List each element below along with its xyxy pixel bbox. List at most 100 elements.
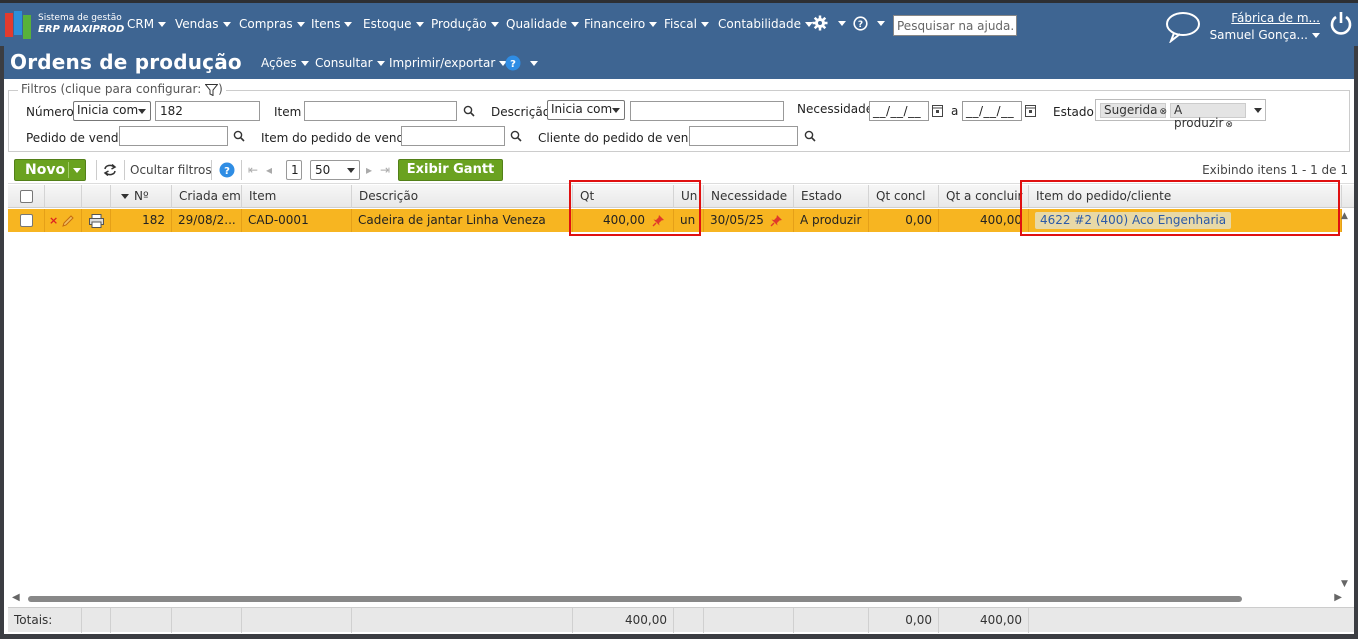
header-qt-concluir[interactable]: Qt a concluir [939, 185, 1029, 208]
remove-icon[interactable]: ⊗ [1159, 107, 1167, 117]
vertical-scrollbar[interactable]: ▲ ▼ [1339, 209, 1351, 591]
row-checkbox[interactable] [20, 214, 33, 227]
horizontal-scrollbar[interactable]: ◀ ▶ [8, 591, 1346, 605]
next-page-icon[interactable]: ▸ [366, 163, 372, 177]
filter-icon[interactable] [204, 83, 219, 96]
sort-desc-icon [121, 194, 129, 199]
user-menu[interactable]: Samuel Gonça... [1210, 27, 1320, 44]
nav-itens[interactable]: Itens [311, 17, 353, 31]
logo-icon[interactable] [5, 11, 33, 39]
nav-crm[interactable]: CRM [127, 17, 167, 31]
nav-compras[interactable]: Compras [239, 17, 305, 31]
nav-contabilidade-label: Contabilidade [718, 17, 801, 31]
select-all-checkbox[interactable] [20, 190, 33, 203]
refresh-icon[interactable] [103, 164, 117, 176]
acoes-menu[interactable]: Ações [261, 56, 309, 70]
chevron-down-icon[interactable] [73, 168, 81, 173]
item-pedido-input[interactable] [401, 126, 505, 146]
totals-empty [111, 608, 172, 633]
chevron-down-icon [700, 22, 709, 27]
edit-icon[interactable] [62, 214, 74, 227]
nav-fiscal[interactable]: Fiscal [664, 17, 709, 31]
scroll-left-icon[interactable]: ◀ [12, 592, 20, 603]
ocultar-filtros-button[interactable]: Ocultar filtros [130, 163, 212, 177]
totals-empty [704, 608, 794, 633]
numero-mode-select[interactable]: Inicia com [73, 101, 151, 121]
company-link[interactable]: Fábrica de m... [1210, 10, 1320, 27]
calendar-icon[interactable] [1025, 104, 1036, 117]
user-area[interactable]: Fábrica de m... Samuel Gonça... [1210, 10, 1320, 44]
imprimir-menu[interactable]: Imprimir/exportar [389, 56, 508, 70]
date-to-input[interactable]: __/__/__ [962, 101, 1022, 121]
estado-tag-text: A produzir [1174, 103, 1224, 130]
chat-icon[interactable] [1165, 11, 1201, 43]
chevron-down-icon[interactable] [1254, 108, 1262, 113]
prev-page-icon[interactable]: ◂ [266, 163, 272, 177]
date-from-input[interactable]: __/__/__ [869, 101, 929, 121]
cliente-input[interactable] [689, 126, 798, 146]
nav-vendas[interactable]: Vendas [175, 17, 231, 31]
search-icon[interactable] [463, 105, 475, 117]
estado-multiselect[interactable]: Sugerida ⊗ A produzir ⊗ [1095, 99, 1266, 130]
horizontal-scroll-thumb[interactable] [28, 596, 1242, 602]
novo-button[interactable]: Novo [14, 159, 86, 181]
remove-icon[interactable]: ⊗ [1225, 120, 1233, 130]
calendar-icon[interactable] [932, 104, 943, 117]
divider [124, 160, 125, 180]
scroll-down-icon[interactable]: ▼ [1341, 579, 1348, 589]
descricao-input[interactable] [630, 101, 784, 121]
search-icon[interactable] [804, 130, 816, 142]
numero-input[interactable]: 182 [155, 101, 260, 121]
settings-menu[interactable] [812, 15, 846, 31]
search-icon[interactable] [233, 130, 245, 142]
help-menu[interactable]: ? [853, 16, 885, 31]
scroll-up-icon[interactable]: ▲ [1341, 211, 1348, 221]
filters-legend[interactable]: Filtros (clique para configurar: ) [18, 82, 226, 96]
totals-row: Totais: 400,00 0,00 400,00 [8, 607, 1354, 633]
top-navbar: Sistema de gestão ERP MAXIPROD CRM Venda… [0, 0, 1358, 46]
svg-text:?: ? [858, 20, 863, 30]
help-search-input[interactable] [893, 15, 1017, 36]
header-qt-concl[interactable]: Qt concl [869, 185, 939, 208]
page-number-input[interactable]: 1 [286, 160, 302, 180]
pin-icon[interactable] [770, 214, 783, 227]
nav-qualidade[interactable]: Qualidade [506, 17, 580, 31]
consultar-menu[interactable]: Consultar [315, 56, 385, 70]
title-bar: Ordens de produção Ações Consultar Impri… [4, 46, 1354, 79]
help-icon[interactable]: ? [219, 162, 235, 178]
estado-tag-a-produzir[interactable]: A produzir ⊗ [1170, 103, 1246, 130]
power-icon[interactable] [1329, 11, 1353, 37]
first-page-icon[interactable]: ⇤ [248, 163, 258, 177]
print-icon[interactable] [89, 213, 104, 228]
pedido-input[interactable] [119, 126, 228, 146]
chevron-down-icon [1312, 33, 1320, 38]
delete-icon[interactable]: × [49, 214, 58, 227]
imprimir-label: Imprimir/exportar [389, 56, 496, 70]
nav-estoque[interactable]: Estoque [363, 17, 424, 31]
exibir-gantt-button[interactable]: Exibir Gantt [398, 159, 503, 181]
nav-producao[interactable]: Produção [431, 17, 499, 31]
estado-tag-sugerida[interactable]: Sugerida ⊗ [1100, 103, 1167, 118]
per-page-select[interactable]: 50 [310, 160, 360, 180]
last-page-icon[interactable]: ⇥ [380, 163, 390, 177]
header-numero[interactable]: Nº [111, 185, 172, 208]
nav-financeiro[interactable]: Financeiro [584, 17, 658, 31]
nav-contabilidade[interactable]: Contabilidade [718, 17, 813, 31]
header-necessidade[interactable]: Necessidade [704, 185, 794, 208]
item-input[interactable] [304, 101, 457, 121]
header-descricao[interactable]: Descrição [352, 185, 573, 208]
header-item[interactable]: Item [242, 185, 352, 208]
descricao-mode-select[interactable]: Inicia com [547, 100, 625, 120]
search-icon[interactable] [510, 130, 522, 142]
user-name: Samuel Gonça... [1209, 28, 1308, 42]
descricao-mode-value: Inicia com [551, 102, 613, 116]
header-estado[interactable]: Estado [794, 185, 869, 208]
chevron-down-icon [530, 60, 538, 66]
header-criada[interactable]: Criada em [172, 185, 242, 208]
page-help-menu[interactable]: ? [505, 55, 538, 71]
totals-empty [82, 608, 111, 633]
nav-fiscal-label: Fiscal [664, 17, 697, 31]
cell-item: CAD-0001 [242, 209, 352, 232]
scroll-right-icon[interactable]: ▶ [1334, 592, 1342, 603]
cell-necessidade: 30/05/25 [704, 209, 794, 232]
